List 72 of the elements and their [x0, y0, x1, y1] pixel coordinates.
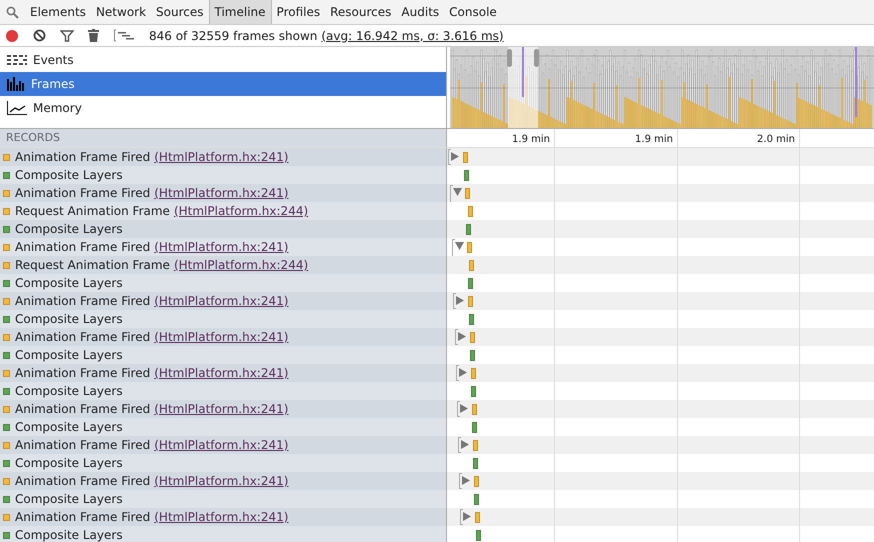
record-bar[interactable]: [473, 458, 478, 469]
line-chart-icon: [7, 101, 27, 115]
tab[interactable]: Network: [90, 0, 152, 24]
source-link[interactable]: (HtmlPlatform.hx:241): [154, 508, 288, 526]
record-title[interactable]: Animation Frame Fired: [15, 472, 150, 490]
tab[interactable]: Elements: [25, 0, 91, 24]
flame-chart-icon[interactable]: [113, 29, 135, 42]
mode-item[interactable]: Events: [0, 48, 446, 72]
record-bar[interactable]: [464, 170, 469, 181]
collapsed-triangle-icon[interactable]: [456, 296, 464, 305]
records-header: RECORDS: [6, 130, 60, 146]
record-title[interactable]: Animation Frame Fired: [15, 436, 150, 454]
tab[interactable]: Resources: [325, 0, 396, 24]
tab[interactable]: Audits: [396, 0, 444, 24]
time-label: 1.9 min: [512, 133, 550, 147]
expanded-triangle-icon[interactable]: [453, 188, 462, 196]
collapsed-triangle-icon[interactable]: [459, 368, 467, 377]
time-label: 1.9 min: [635, 133, 673, 147]
record-bar[interactable]: [470, 350, 475, 361]
record-bar[interactable]: [469, 260, 474, 271]
record-title[interactable]: Request Animation Frame: [15, 202, 170, 220]
record-title[interactable]: Request Animation Frame: [15, 256, 170, 274]
record-bar[interactable]: [468, 278, 473, 289]
record-bar[interactable]: [466, 224, 471, 235]
clear-icon[interactable]: [33, 29, 46, 42]
source-link[interactable]: (HtmlPlatform.hx:241): [154, 238, 288, 256]
record-title[interactable]: Animation Frame Fired: [15, 328, 150, 346]
collapsed-triangle-icon[interactable]: [460, 404, 468, 413]
search-icon[interactable]: [6, 6, 19, 18]
stats-link[interactable]: (avg: 16.942 ms, σ: 3.616 ms): [321, 26, 504, 44]
record-title[interactable]: Animation Frame Fired: [15, 400, 150, 418]
source-link[interactable]: (HtmlPlatform.hx:241): [154, 148, 288, 166]
expanded-triangle-icon[interactable]: [455, 242, 464, 250]
record-bar[interactable]: [468, 206, 473, 217]
trash-icon[interactable]: [88, 29, 99, 42]
tab[interactable]: Console: [444, 0, 502, 24]
source-link[interactable]: (HtmlPlatform.hx:241): [154, 328, 288, 346]
record-bar[interactable]: [476, 530, 481, 541]
frames-summary: 846 of 32559 frames shown: [149, 28, 318, 44]
source-link[interactable]: (HtmlPlatform.hx:241): [154, 436, 288, 454]
record-bar[interactable]: [471, 386, 476, 397]
mode-item[interactable]: Memory: [0, 96, 446, 120]
source-link[interactable]: (HtmlPlatform.hx:244): [174, 256, 308, 274]
tab[interactable]: Sources: [151, 0, 209, 24]
record-bar[interactable]: [469, 314, 474, 325]
tab[interactable]: Timeline: [208, 0, 272, 24]
source-link[interactable]: (HtmlPlatform.hx:241): [154, 364, 288, 382]
source-link[interactable]: (HtmlPlatform.hx:241): [154, 184, 288, 202]
record-bar[interactable]: [474, 494, 479, 505]
record-title[interactable]: Animation Frame Fired: [15, 148, 150, 166]
record-bar[interactable]: [472, 422, 477, 433]
collapsed-triangle-icon[interactable]: [458, 332, 466, 341]
collapsed-triangle-icon[interactable]: [462, 476, 470, 485]
source-link[interactable]: (HtmlPlatform.hx:241): [154, 472, 288, 490]
events-icon: [7, 55, 27, 65]
source-link[interactable]: (HtmlPlatform.hx:241): [154, 292, 288, 310]
source-link[interactable]: (HtmlPlatform.hx:244): [174, 202, 308, 220]
collapsed-triangle-icon[interactable]: [463, 512, 471, 521]
record-title[interactable]: Animation Frame Fired: [15, 184, 150, 202]
collapsed-triangle-icon[interactable]: [461, 440, 469, 449]
time-label: 2.0 min: [757, 133, 795, 147]
record-title[interactable]: Animation Frame Fired: [15, 238, 150, 256]
record-icon[interactable]: [5, 28, 19, 42]
record-title[interactable]: Animation Frame Fired: [15, 292, 150, 310]
filter-icon[interactable]: [60, 30, 74, 42]
source-link[interactable]: (HtmlPlatform.hx:241): [154, 400, 288, 418]
bar-chart-icon: [7, 77, 25, 91]
tab[interactable]: Profiles: [272, 0, 326, 24]
record-title[interactable]: Animation Frame Fired: [15, 364, 150, 382]
collapsed-triangle-icon[interactable]: [451, 152, 459, 161]
record-title[interactable]: Animation Frame Fired: [15, 508, 150, 526]
mode-item[interactable]: Frames: [0, 72, 446, 96]
